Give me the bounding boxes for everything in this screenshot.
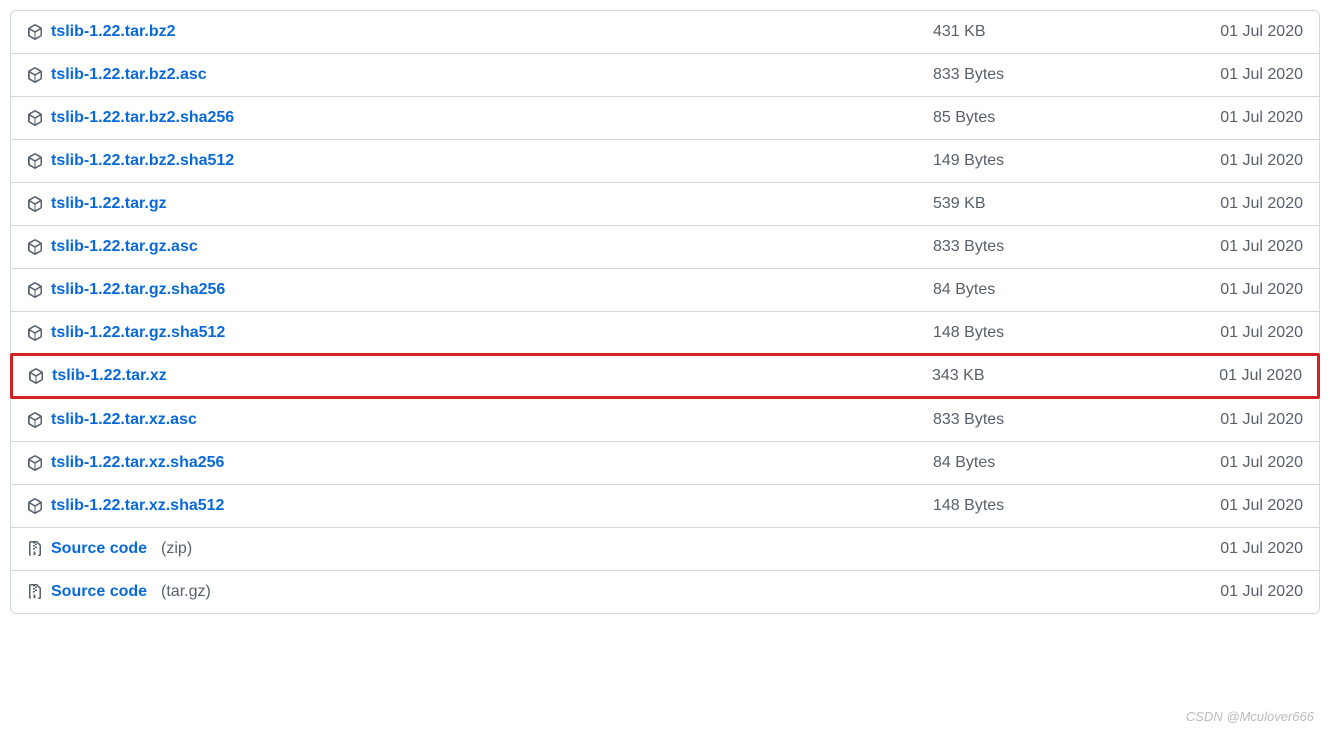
watermark-text: CSDN @Mculover666	[1186, 709, 1314, 724]
asset-name-cell: tslib-1.22.tar.gz	[27, 195, 933, 213]
asset-name-cell: Source code (tar.gz)	[27, 583, 933, 601]
asset-size: 148 Bytes	[933, 324, 1183, 342]
package-icon	[27, 412, 43, 428]
asset-download-link[interactable]: tslib-1.22.tar.bz2.sha512	[51, 152, 234, 170]
asset-download-link[interactable]: tslib-1.22.tar.gz.asc	[51, 238, 198, 256]
asset-download-link[interactable]: tslib-1.22.tar.bz2.asc	[51, 66, 207, 84]
asset-size: 149 Bytes	[933, 152, 1183, 170]
asset-download-link[interactable]: tslib-1.22.tar.gz	[51, 195, 167, 213]
asset-date: 01 Jul 2020	[1183, 238, 1303, 256]
asset-date: 01 Jul 2020	[1183, 66, 1303, 84]
asset-row: tslib-1.22.tar.xz.sha512 148 Bytes01 Jul …	[11, 484, 1319, 527]
asset-date: 01 Jul 2020	[1183, 583, 1303, 601]
package-icon	[27, 498, 43, 514]
asset-size: 833 Bytes	[933, 411, 1183, 429]
asset-name-cell: tslib-1.22.tar.xz.sha256	[27, 454, 933, 472]
asset-size: 833 Bytes	[933, 238, 1183, 256]
asset-name-cell: tslib-1.22.tar.gz.sha512	[27, 324, 933, 342]
package-icon	[27, 67, 43, 83]
asset-date: 01 Jul 2020	[1183, 281, 1303, 299]
asset-date: 01 Jul 2020	[1183, 497, 1303, 515]
asset-date: 01 Jul 2020	[1182, 367, 1302, 385]
asset-size: 539 KB	[933, 195, 1183, 213]
asset-name-cell: tslib-1.22.tar.bz2	[27, 23, 933, 41]
asset-date: 01 Jul 2020	[1183, 324, 1303, 342]
asset-archive-ext: (zip)	[161, 540, 192, 558]
asset-download-link[interactable]: tslib-1.22.tar.xz.sha512	[51, 497, 224, 515]
asset-download-link[interactable]: tslib-1.22.tar.xz.asc	[51, 411, 197, 429]
asset-name-cell: tslib-1.22.tar.bz2.asc	[27, 66, 933, 84]
asset-row: tslib-1.22.tar.xz.asc 833 Bytes01 Jul 202…	[11, 398, 1319, 441]
package-icon	[27, 455, 43, 471]
asset-name-cell: tslib-1.22.tar.xz.asc	[27, 411, 933, 429]
release-assets-list: tslib-1.22.tar.bz2431 KB01 Jul 2020tslib…	[10, 10, 1320, 614]
asset-row: tslib-1.22.tar.gz.sha512 148 Bytes01 Jul …	[11, 311, 1319, 354]
asset-row: tslib-1.22.tar.gz.sha256 84 Bytes01 Jul 2…	[11, 268, 1319, 311]
asset-row: tslib-1.22.tar.bz2 431 KB01 Jul 2020	[11, 11, 1319, 53]
asset-download-link[interactable]: tslib-1.22.tar.gz.sha256	[51, 281, 225, 299]
asset-row: Source code (zip) 01 Jul 2020	[11, 527, 1319, 570]
asset-name-cell: tslib-1.22.tar.bz2.sha256	[27, 109, 933, 127]
asset-row: tslib-1.22.tar.bz2.sha256 85 Bytes01 Jul …	[11, 96, 1319, 139]
package-icon	[27, 196, 43, 212]
package-icon	[27, 325, 43, 341]
asset-row: tslib-1.22.tar.xz.sha256 84 Bytes01 Jul 2…	[11, 441, 1319, 484]
package-icon	[27, 24, 43, 40]
asset-archive-ext: (tar.gz)	[161, 583, 211, 601]
asset-row: tslib-1.22.tar.gz 539 KB01 Jul 2020	[11, 182, 1319, 225]
asset-size: 431 KB	[933, 23, 1183, 41]
asset-download-link[interactable]: tslib-1.22.tar.bz2.sha256	[51, 109, 234, 127]
asset-date: 01 Jul 2020	[1183, 152, 1303, 170]
zip-icon	[27, 584, 43, 600]
asset-size: 148 Bytes	[933, 497, 1183, 515]
asset-name-cell: Source code (zip)	[27, 540, 933, 558]
asset-date: 01 Jul 2020	[1183, 109, 1303, 127]
asset-download-link[interactable]: tslib-1.22.tar.gz.sha512	[51, 324, 225, 342]
asset-row: tslib-1.22.tar.bz2.asc 833 Bytes01 Jul 20…	[11, 53, 1319, 96]
asset-row: tslib-1.22.tar.bz2.sha512 149 Bytes01 Jul…	[11, 139, 1319, 182]
asset-download-link[interactable]: tslib-1.22.tar.xz	[52, 367, 167, 385]
asset-download-link[interactable]: tslib-1.22.tar.bz2	[51, 23, 176, 41]
asset-date: 01 Jul 2020	[1183, 23, 1303, 41]
asset-name-cell: tslib-1.22.tar.xz.sha512	[27, 497, 933, 515]
asset-size: 84 Bytes	[933, 454, 1183, 472]
asset-row: tslib-1.22.tar.xz 343 KB01 Jul 2020	[10, 353, 1320, 399]
asset-date: 01 Jul 2020	[1183, 195, 1303, 213]
zip-icon	[27, 541, 43, 557]
asset-download-link[interactable]: tslib-1.22.tar.xz.sha256	[51, 454, 224, 472]
asset-date: 01 Jul 2020	[1183, 411, 1303, 429]
asset-size: 85 Bytes	[933, 109, 1183, 127]
asset-date: 01 Jul 2020	[1183, 540, 1303, 558]
asset-download-link[interactable]: Source code	[51, 583, 147, 601]
asset-name-cell: tslib-1.22.tar.gz.sha256	[27, 281, 933, 299]
asset-row: tslib-1.22.tar.gz.asc 833 Bytes01 Jul 202…	[11, 225, 1319, 268]
package-icon	[27, 239, 43, 255]
package-icon	[27, 282, 43, 298]
package-icon	[27, 153, 43, 169]
asset-size: 343 KB	[932, 367, 1182, 385]
package-icon	[28, 368, 44, 384]
package-icon	[27, 110, 43, 126]
asset-download-link[interactable]: Source code	[51, 540, 147, 558]
asset-name-cell: tslib-1.22.tar.xz	[28, 367, 932, 385]
asset-size: 84 Bytes	[933, 281, 1183, 299]
asset-size: 833 Bytes	[933, 66, 1183, 84]
asset-row: Source code (tar.gz) 01 Jul 2020	[11, 570, 1319, 613]
asset-name-cell: tslib-1.22.tar.gz.asc	[27, 238, 933, 256]
asset-name-cell: tslib-1.22.tar.bz2.sha512	[27, 152, 933, 170]
asset-date: 01 Jul 2020	[1183, 454, 1303, 472]
